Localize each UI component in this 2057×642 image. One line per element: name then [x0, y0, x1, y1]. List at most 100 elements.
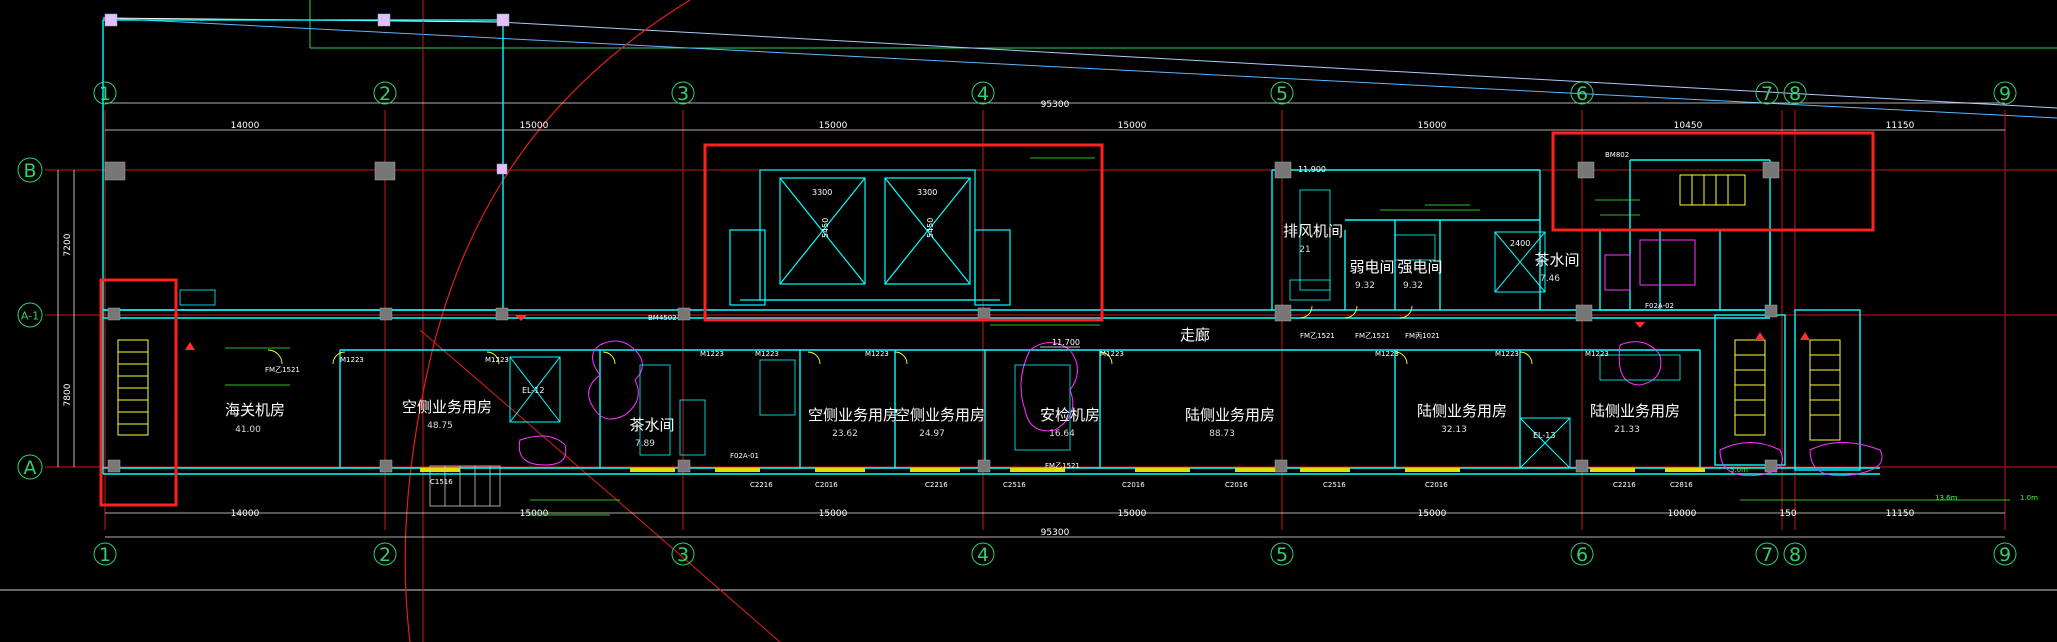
room-area-tea-room-1: 7.89	[635, 439, 655, 449]
dim-bay-8-9-bottom: 11150	[1886, 509, 1915, 519]
dim-bay-1-2-bottom: 14000	[231, 509, 260, 519]
room-name-tea-room-1: 茶水间	[629, 416, 674, 434]
door-tag: M1223	[1375, 350, 1399, 358]
room-area-tea-room-2: 7.46	[1540, 274, 1560, 284]
window-tag: C1516	[430, 478, 453, 486]
lift-2400-label: 2400	[1510, 239, 1530, 248]
window-tag: C2016	[815, 481, 838, 489]
door-tag: M1223	[1495, 350, 1519, 358]
grid-label-A: A	[24, 457, 37, 479]
window-tag: C2516	[1003, 481, 1026, 489]
dim-bay-7-8-bottom: 150	[1779, 509, 1796, 519]
room-name-exhaust-fan: 排风机间	[1283, 222, 1343, 240]
misc-tag-13-6m: 13.6m	[1935, 494, 1958, 502]
misc-tag-1-0m: 1.0m	[2020, 494, 2038, 502]
grid-label-9-top: 9	[1999, 83, 2011, 105]
door-tag: M1223	[700, 350, 724, 358]
dim-bay-5-6-bottom: 15000	[1418, 509, 1447, 519]
fire-door-tag: FM乙1521	[1355, 332, 1390, 340]
room-name-customs-machine: 海关机房	[225, 401, 285, 419]
elevator-2-width: 3300	[917, 188, 937, 197]
window-tag: C2016	[1225, 481, 1248, 489]
room-name-airside-office-2: 空侧业务用房	[808, 406, 898, 424]
room-name-tea-room-2: 茶水间	[1534, 251, 1579, 269]
grid-label-5-bottom: 5	[1276, 544, 1288, 566]
grid-label-7-bottom: 7	[1761, 544, 1773, 566]
fire-door-tag: FM乙1521	[265, 366, 300, 374]
room-area-customs-machine: 41.00	[235, 425, 261, 435]
elevator-tag-el13: EL-13	[1533, 431, 1555, 440]
room-area-exhaust-fan: 21	[1299, 245, 1310, 255]
room-name-airside-office-1: 空侧业务用房	[402, 398, 492, 416]
dim-bay-5-6-top: 15000	[1418, 121, 1447, 131]
fire-door-tag: FM乙1521	[1300, 332, 1335, 340]
window-tag: C2816	[1670, 481, 1693, 489]
dim-bay-6-7-top: 10450	[1674, 121, 1703, 131]
elevator-tag-el12: EL-12	[522, 386, 544, 395]
misc-tag-bm802: BM802	[1605, 151, 1629, 159]
dim-bay-4-5-bottom: 15000	[1118, 509, 1147, 519]
door-tag: M1223	[755, 350, 779, 358]
dim-bay-1-2-top: 14000	[231, 121, 260, 131]
corridor-label: 走廊	[1180, 326, 1210, 344]
grid-label-5-top: 5	[1276, 83, 1288, 105]
grid-label-4-top: 4	[977, 83, 989, 105]
misc-tag-bm4502: BM4502	[648, 314, 677, 322]
room-area-landside-office-2: 32.13	[1441, 425, 1467, 435]
grid-label-3-top: 3	[677, 83, 689, 105]
room-area-security-machine: 16.64	[1049, 429, 1075, 439]
grid-label-1-bottom: 1	[99, 544, 111, 566]
room-area-airside-office-1: 48.75	[427, 421, 453, 431]
room-name-landside-office-2: 陆侧业务用房	[1417, 402, 1507, 420]
door-tag: M1223	[865, 350, 889, 358]
window-tag: C2516	[1323, 481, 1346, 489]
grid-label-8-bottom: 8	[1789, 544, 1801, 566]
room-name-strong-current: 强电间	[1397, 258, 1442, 276]
dim-left-lower: 7800	[63, 383, 73, 406]
fire-door-tag: FM丙1021	[1405, 332, 1440, 340]
room-area-airside-office-3: 24.97	[919, 429, 945, 439]
level-mark-right: 11.900	[1298, 165, 1326, 174]
grid-label-8-top: 8	[1789, 83, 1801, 105]
room-name-airside-office-3: 空侧业务用房	[895, 406, 985, 424]
zone-tag-f02a-01: F02A-01	[730, 452, 759, 460]
grid-label-B: B	[23, 160, 36, 182]
dim-bay-2-3-bottom: 15000	[520, 509, 549, 519]
dim-bay-3-4-top: 15000	[819, 121, 848, 131]
elevator-1-width: 3300	[812, 188, 832, 197]
grid-label-2-top: 2	[379, 83, 391, 105]
door-tag: M1223	[1585, 350, 1609, 358]
grid-label-3-bottom: 3	[677, 544, 689, 566]
room-name-landside-office-1: 陆侧业务用房	[1185, 406, 1275, 424]
door-tag: M1223	[485, 356, 509, 364]
grid-label-6-bottom: 6	[1576, 544, 1588, 566]
room-area-landside-office-1: 88.73	[1209, 429, 1235, 439]
cad-drawing-canvas[interactable]: 95300 14000 15000 15000 15000 15000 1045…	[0, 0, 2057, 642]
window-tag: C2016	[1122, 481, 1145, 489]
room-area-weak-current: 9.32	[1355, 281, 1375, 291]
window-tag: C2216	[750, 481, 773, 489]
grid-label-7-top: 7	[1761, 83, 1773, 105]
dim-bay-8-9-top: 11150	[1886, 121, 1915, 131]
level-mark: 11.700	[1052, 338, 1080, 347]
dim-left-upper: 7200	[63, 233, 73, 256]
grid-label-6-top: 6	[1576, 83, 1588, 105]
grid-label-4-bottom: 4	[977, 544, 989, 566]
door-tag: M1223	[340, 356, 364, 364]
room-name-weak-current: 弱电间	[1349, 258, 1394, 276]
room-area-landside-office-3: 21.33	[1614, 425, 1640, 435]
misc-tag-5-0m: 5.0m	[1730, 466, 1748, 474]
window-tag: C2216	[925, 481, 948, 489]
room-name-security-machine: 安检机房	[1040, 406, 1100, 424]
window-tag: C2016	[1425, 481, 1448, 489]
elevator-2-depth: 5450	[926, 218, 935, 238]
grid-label-2-bottom: 2	[379, 544, 391, 566]
dim-overall-top: 95300	[1041, 100, 1070, 110]
fire-door-tag: FM乙1521	[1045, 462, 1080, 470]
window-tag: C2216	[1613, 481, 1636, 489]
grid-label-9-bottom: 9	[1999, 544, 2011, 566]
zone-tag-f02a-02: F02A-02	[1645, 302, 1674, 310]
room-area-airside-office-2: 23.62	[832, 429, 858, 439]
dim-overall-bottom: 95300	[1041, 528, 1070, 538]
dim-bay-3-4-bottom: 15000	[819, 509, 848, 519]
